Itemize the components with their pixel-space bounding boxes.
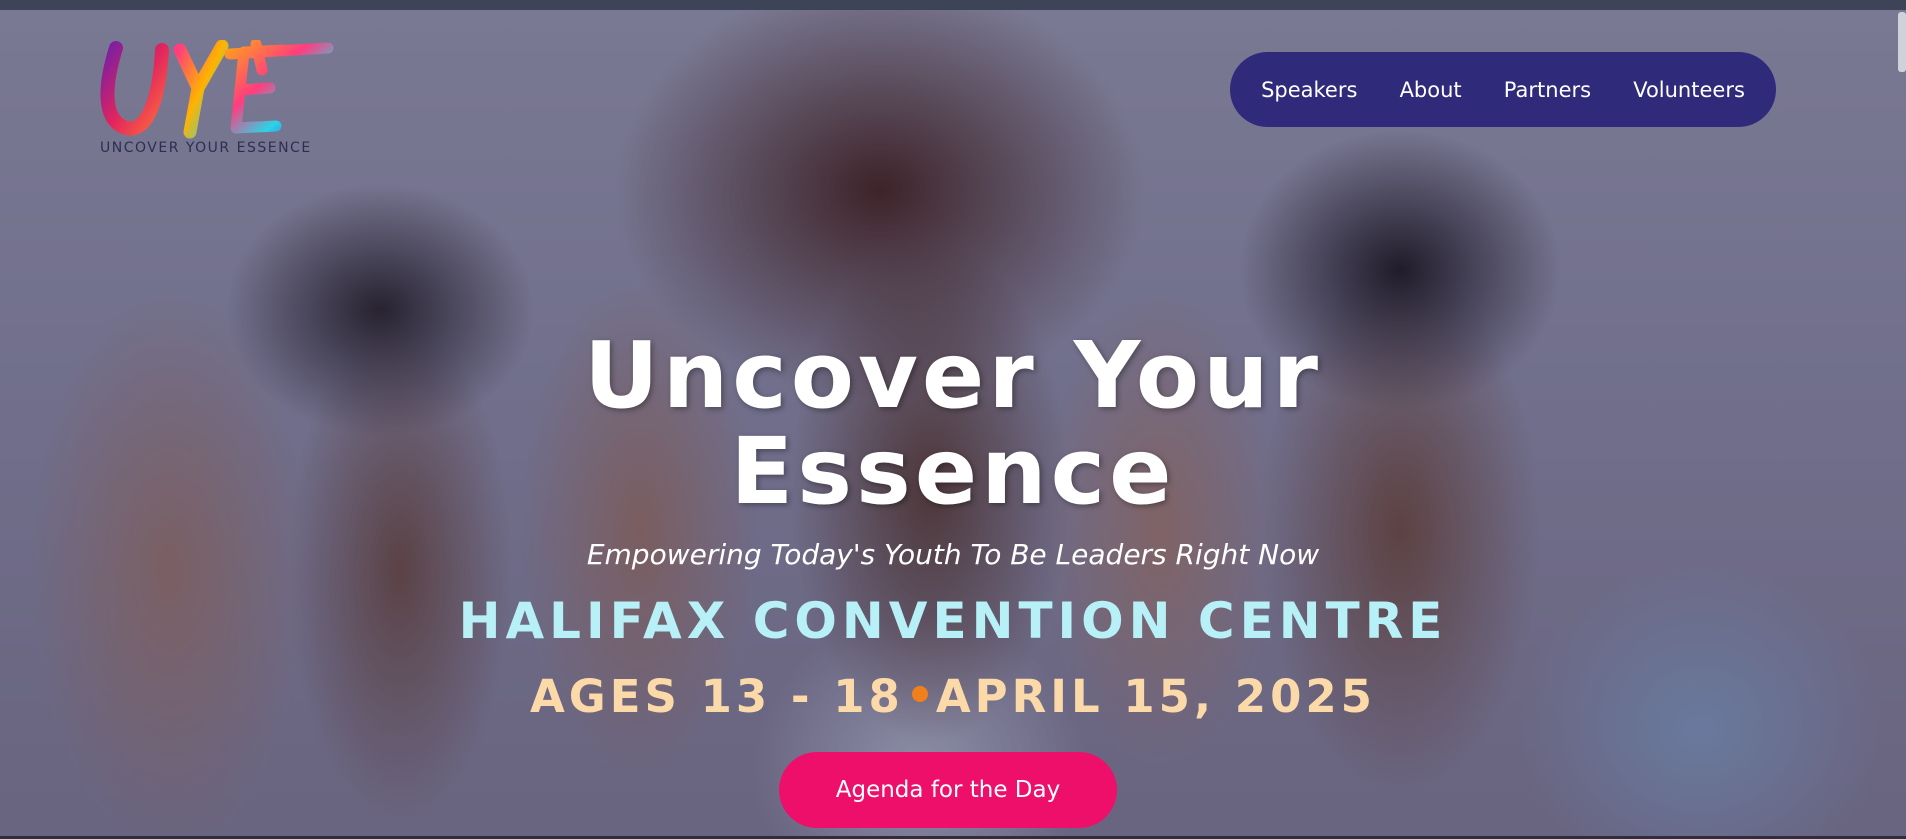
nav-item-speakers[interactable]: Speakers	[1261, 78, 1357, 102]
main-nav: Speakers About Partners Volunteers	[1230, 52, 1776, 127]
event-dateline: AGES 13 - 18 APRIL 15, 2025	[453, 670, 1453, 723]
event-date: APRIL 15, 2025	[935, 670, 1376, 723]
hero-title-line-1: Uncover Your	[584, 322, 1322, 429]
hero-title: Uncover Your Essence	[453, 328, 1453, 520]
hero-subtitle: Empowering Today's Youth To Be Leaders R…	[586, 538, 1320, 571]
site-logo[interactable]: UNCOVER YOUR ESSENCE	[98, 40, 338, 160]
venue-name: HALIFAX CONVENTION CENTRE	[458, 592, 1448, 650]
age-range: AGES 13 - 18	[529, 670, 904, 723]
agenda-button[interactable]: Agenda for the Day	[779, 752, 1117, 828]
scrollbar-thumb[interactable]	[1898, 12, 1906, 72]
hero-title-line-2: Essence	[730, 418, 1176, 525]
logo-tagline: UNCOVER YOUR ESSENCE	[100, 140, 312, 156]
browser-top-bar	[0, 0, 1906, 10]
nav-item-about[interactable]: About	[1400, 78, 1462, 102]
nav-item-partners[interactable]: Partners	[1504, 78, 1591, 102]
nav-item-volunteers[interactable]: Volunteers	[1633, 78, 1745, 102]
uye-logo-mark	[100, 40, 334, 139]
separator-dot-icon	[911, 686, 928, 702]
